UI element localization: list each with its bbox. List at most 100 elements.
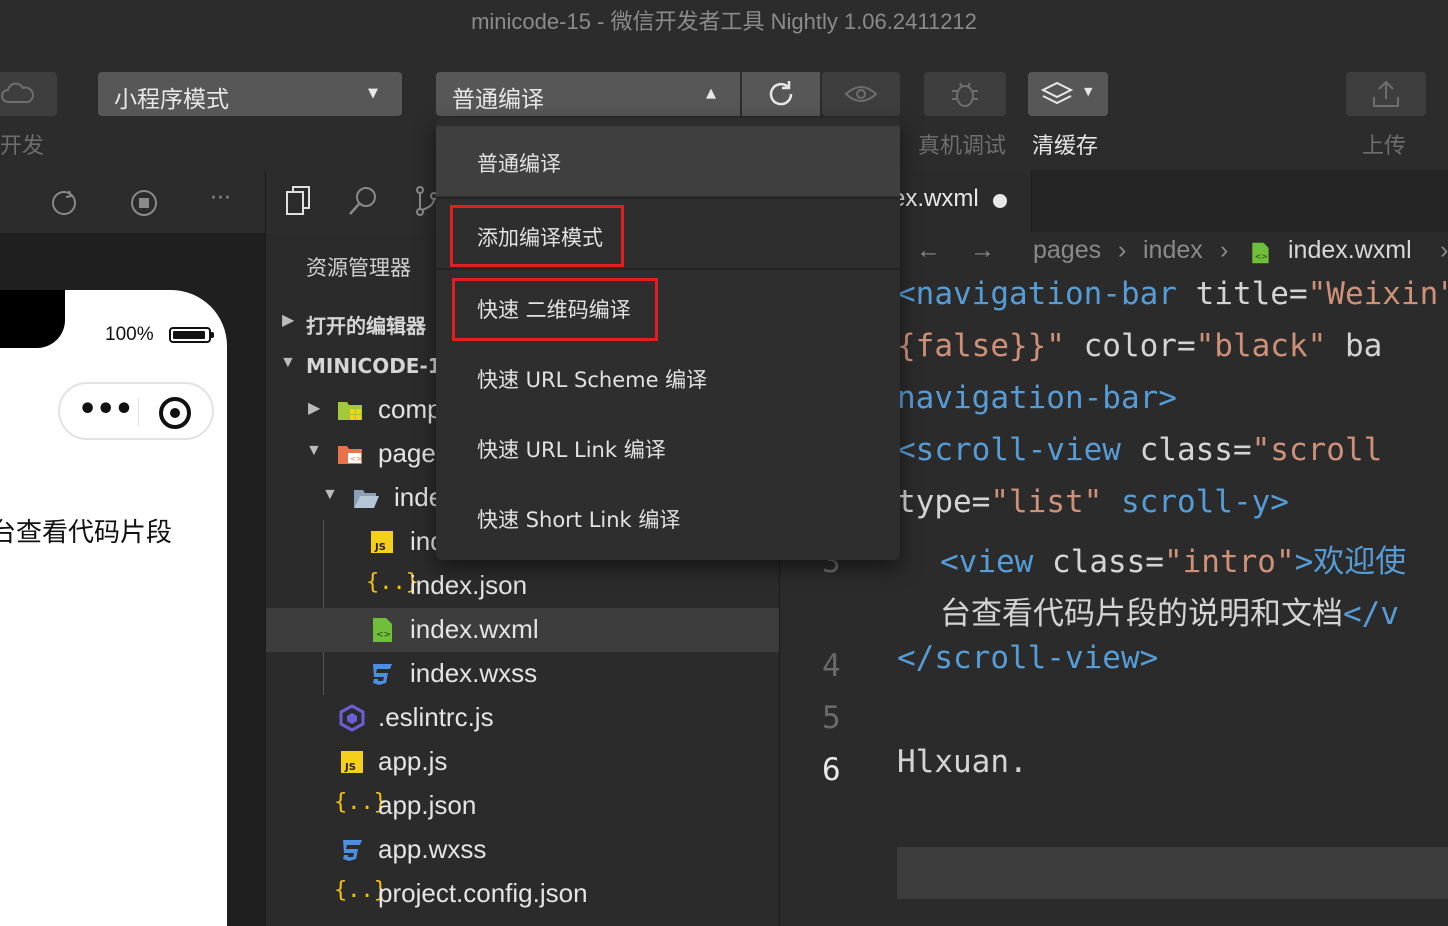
search-icon[interactable] [346, 184, 380, 218]
code-token: title= [1176, 276, 1308, 312]
highlight-box [450, 205, 624, 267]
more-icon[interactable]: ••• [78, 392, 134, 427]
tree-item-app-js[interactable]: JS app.js [266, 740, 780, 784]
tree-item-label: index.wxml [410, 614, 539, 644]
js-file-icon: JS [371, 531, 393, 553]
tree-item-label: app.js [378, 746, 448, 776]
code-line: <scroll-view class="scroll [897, 432, 1382, 468]
mode-select[interactable]: 小程序模式 ▼ [98, 72, 402, 116]
code-token: </v [1343, 596, 1399, 632]
clear-cache-label: 清缓存 [1032, 134, 1099, 159]
tree-item-label: .eslintrc.js [378, 702, 494, 732]
menu-divider [436, 197, 900, 199]
code-token: <view [940, 544, 1034, 580]
tree-item-label: project.config.json [378, 878, 588, 908]
code-line: type="list" scroll-y> [897, 484, 1289, 520]
wxml-file-icon: <> [1252, 242, 1269, 264]
battery-percentage: 100% [105, 324, 154, 345]
menu-item-short-link-compile[interactable]: 快速 Short Link 编译 [436, 482, 900, 552]
code-token: "black" [1195, 328, 1327, 364]
breadcrumb-index[interactable]: index [1143, 236, 1203, 265]
breadcrumb-pages[interactable]: pages [1033, 236, 1101, 265]
compile-select-value: 普通编译 [452, 87, 544, 113]
capsule-menu[interactable]: ••• [58, 382, 214, 440]
code-line: </scroll-view> [897, 640, 1158, 676]
phone-screen: 100% ••• 台查看代码片段 [0, 290, 227, 926]
back-arrow-icon[interactable]: ← [916, 236, 941, 265]
files-icon[interactable] [284, 184, 314, 218]
code-token: class= [1033, 544, 1164, 580]
refresh-button[interactable] [742, 72, 820, 116]
preview-button[interactable] [822, 72, 900, 116]
js-file-icon: JS [341, 751, 363, 773]
svg-text:JS: JS [344, 762, 356, 773]
project-label: MINICODE-15 [306, 354, 456, 378]
code-token: >欢迎使 [1294, 544, 1407, 580]
code-token: Hlxuan. [897, 744, 1028, 780]
bug-icon [952, 82, 978, 107]
tree-item-index-wxss[interactable]: index.wxss [266, 652, 780, 696]
tree-item-index-json[interactable]: {..} index.json [266, 564, 780, 608]
json-file-icon: {..} [366, 570, 419, 595]
chevron-down-icon: ▼ [368, 86, 378, 101]
capsule-divider [138, 398, 139, 426]
chevron-right-icon: › [1118, 236, 1127, 264]
tree-item-project-config[interactable]: {..} project.config.json [266, 872, 780, 916]
phone-notch [0, 290, 65, 348]
svg-text:<>: <> [376, 630, 391, 640]
stop-icon[interactable] [129, 188, 159, 218]
code-token: </scroll-view> [897, 640, 1159, 676]
tree-item-index-wxml[interactable]: <> index.wxml [266, 608, 780, 652]
eye-icon [844, 86, 878, 102]
line-number: 4 [822, 648, 841, 684]
upload-button[interactable] [1346, 72, 1426, 116]
menu-item-url-scheme-compile[interactable]: 快速 URL Scheme 编译 [436, 342, 900, 412]
device-debug-label: 真机调试 [918, 134, 1007, 159]
compile-select[interactable]: 普通编译 ▲ [436, 72, 740, 116]
wxss-file-icon [343, 840, 362, 861]
chevron-right-icon: ▶ [282, 312, 295, 329]
code-line: <view class="intro">欢迎使 [940, 536, 1406, 581]
current-line-highlight [897, 847, 1448, 899]
more-icon[interactable]: ··· [210, 186, 231, 211]
clear-cache-button[interactable]: ▼ [1028, 72, 1108, 116]
code-token: navigation-bar> [897, 380, 1177, 416]
chevron-down-icon: ▼ [306, 442, 322, 459]
chevron-up-icon: ▲ [706, 86, 716, 101]
rotate-icon[interactable] [49, 188, 79, 218]
tree-item-app-wxss[interactable]: app.wxss [266, 828, 780, 872]
menu-item-label: 普通编译 [477, 152, 561, 176]
folder-components-icon [338, 402, 362, 420]
tree-item-label: index.wxss [410, 658, 538, 688]
refresh-icon [769, 81, 793, 106]
open-editors-label: 打开的编辑器 [306, 314, 426, 338]
wxss-file-icon [373, 664, 392, 685]
chevron-right-icon: ▶ [308, 400, 321, 417]
chevron-right-icon: › [1220, 236, 1229, 264]
highlight-box [452, 278, 658, 341]
json-file-icon: {..} [334, 878, 387, 903]
code-token: color= [1064, 328, 1196, 364]
cloud-dev-label: 云开发 [0, 134, 45, 159]
chevron-down-icon: ▼ [1084, 85, 1093, 98]
menu-item-normal-compile[interactable]: 普通编译 [436, 126, 900, 196]
code-token: 台查看代码片段的说明和文档 [940, 596, 1343, 632]
tree-item-app-json[interactable]: {..} app.json [266, 784, 780, 828]
tree-item-eslintrc[interactable]: .eslintrc.js [266, 696, 780, 740]
close-target-icon[interactable] [159, 397, 191, 429]
forward-arrow-icon[interactable]: → [970, 236, 995, 265]
code-token: type= [897, 484, 991, 520]
tree-item-label: app.wxss [378, 834, 487, 864]
menu-item-url-link-compile[interactable]: 快速 URL Link 编译 [436, 412, 900, 482]
unsaved-dot-icon[interactable] [993, 194, 1007, 208]
cloud-dev-button[interactable] [0, 72, 57, 116]
code-line: navigation-bar> [897, 380, 1177, 416]
device-debug-button[interactable] [924, 72, 1006, 116]
code-token: <scroll-view [897, 432, 1121, 468]
code-token: "scroll [1251, 432, 1383, 468]
breadcrumb-file[interactable]: index.wxml [1288, 236, 1412, 265]
chevron-right-icon: › [1440, 236, 1448, 264]
window-title: minicode-15 - 微信开发者工具 Nightly 1.06.24112… [471, 9, 977, 34]
editor-tab-index-wxml[interactable]: index.wxml [860, 170, 1032, 232]
code-token: "Weixin" [1307, 276, 1448, 312]
